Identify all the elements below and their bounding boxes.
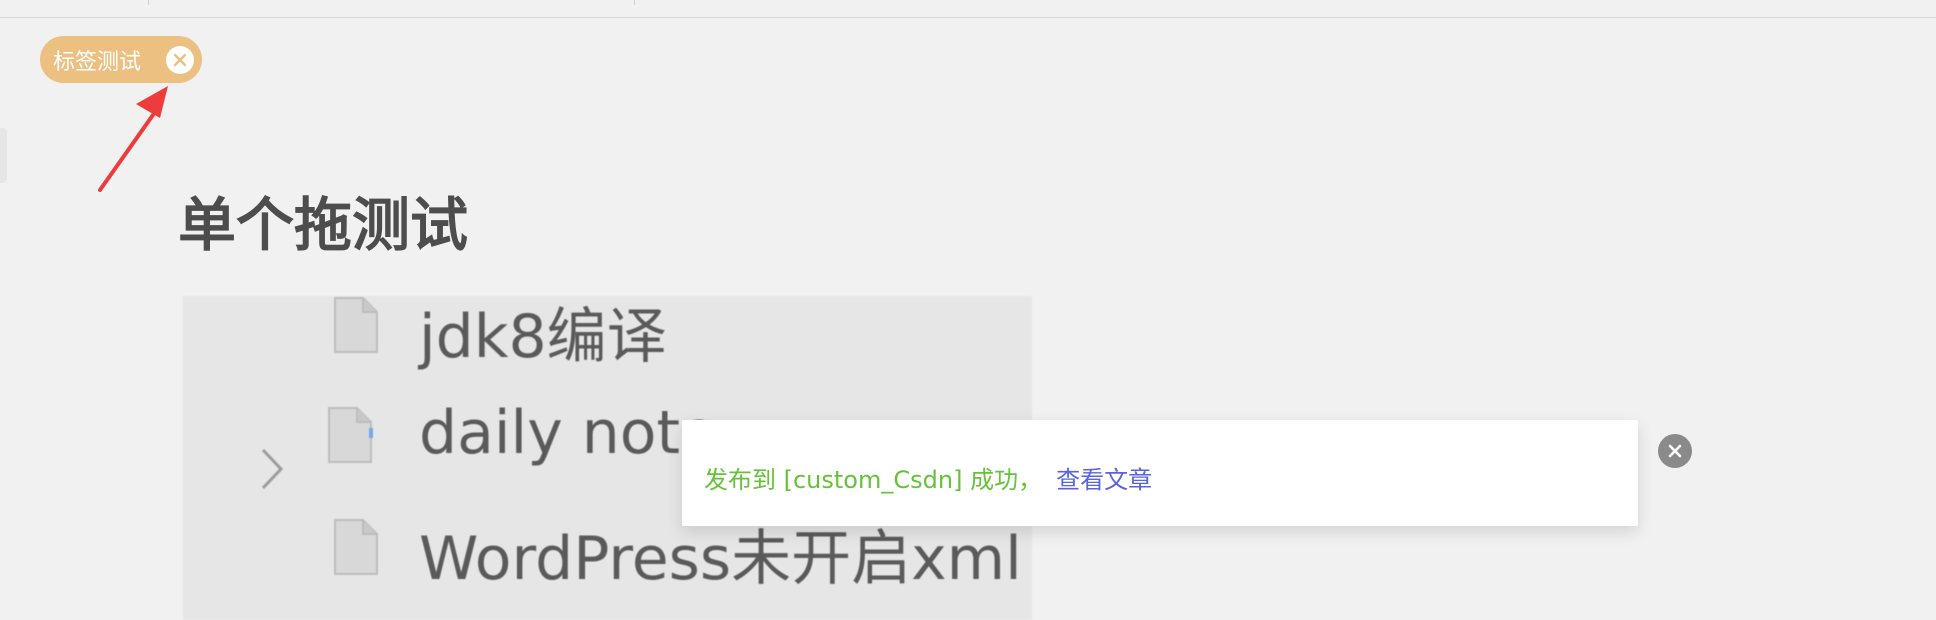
top-toolbar: [0, 0, 1936, 18]
file-tree-item: WordPress未开启xml: [183, 518, 1032, 618]
toast-close-button[interactable]: [1658, 434, 1692, 468]
file-tree-item-label: jdk8编译: [419, 302, 667, 372]
toast-message: 发布到 [custom_Csdn] 成功， 查看文章: [704, 460, 1152, 495]
red-arrow-annotation: [98, 86, 168, 192]
document-icon: [334, 519, 378, 575]
document-icon: [334, 297, 378, 353]
toast-message-text: 发布到 [custom_Csdn] 成功，: [704, 466, 1043, 494]
success-toast: 发布到 [custom_Csdn] 成功， 查看文章: [682, 420, 1638, 526]
file-tree-item: jdk8编译: [183, 296, 1032, 396]
file-tree-item-label: daily note: [419, 398, 717, 468]
toolbar-divider: [634, 0, 635, 5]
document-icon: [328, 407, 373, 463]
view-article-link[interactable]: 查看文章: [1056, 466, 1152, 494]
page-heading: 单个拖测试: [178, 191, 469, 259]
chevron-right-icon: [261, 448, 284, 490]
close-icon: [1668, 444, 1682, 458]
